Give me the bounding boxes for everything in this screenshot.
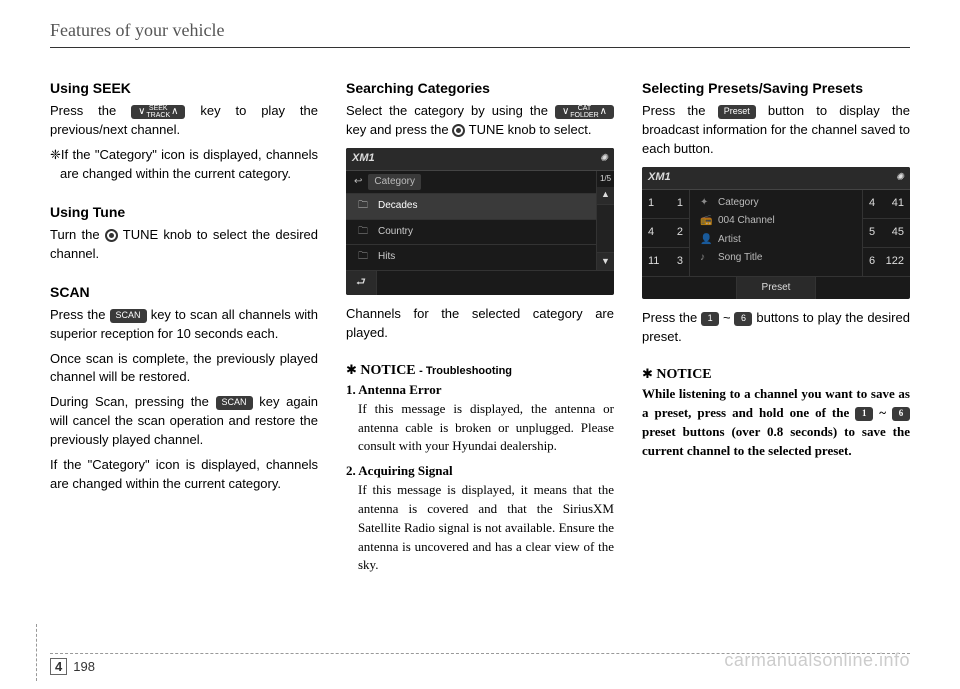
artist-icon: 👤: [700, 233, 712, 248]
preset-cell: 6122: [863, 248, 910, 276]
preset-cell: 441: [863, 190, 910, 219]
sc-header-icon-2: ✺: [896, 171, 904, 186]
scan-key-2: SCAN: [216, 396, 253, 410]
section-scan: SCAN Press the SCAN key to scan all chan…: [50, 282, 318, 494]
sc-title-2: XM1: [648, 170, 671, 186]
song-icon: ♪: [700, 251, 712, 266]
page-counter: 1/5: [597, 171, 614, 187]
preset-cell: 42: [642, 219, 689, 248]
section-searching-categories: Searching Categories Select the category…: [346, 78, 614, 343]
sc-header-icon: ✺: [600, 152, 608, 167]
column-3: Selecting Presets/Saving Presets Press t…: [642, 78, 910, 593]
back-icon: ↩: [354, 175, 362, 190]
sc-footer: ⮐: [346, 270, 614, 295]
row-label: Decades: [378, 199, 417, 214]
notice-item-2: 2. Acquiring Signal If this message is d…: [346, 462, 614, 575]
section-using-seek: Using SEEK Press the ∨ SEEKTRACK ∧ key t…: [50, 78, 318, 184]
page-number: 198: [73, 659, 95, 674]
tune-p1: Turn the TUNE knob to select the desired…: [50, 226, 318, 264]
column-1: Using SEEK Press the ∨ SEEKTRACK ∧ key t…: [50, 78, 318, 593]
content-columns: Using SEEK Press the ∨ SEEKTRACK ∧ key t…: [50, 78, 910, 593]
scan-key-1: SCAN: [110, 309, 147, 323]
preset-6-key-2: 6: [892, 407, 910, 421]
sc-title: XM1: [352, 151, 375, 167]
scan-p2: Once scan is complete, the previously pl…: [50, 350, 318, 388]
tune-knob-icon: [105, 229, 118, 242]
row-label: Hits: [378, 250, 395, 265]
preset-cell: 11: [642, 190, 689, 219]
notice-title-2: ✱ NOTICE: [642, 365, 910, 385]
preset-info: ✦Category 📻004 Channel 👤Artist ♪Song Tit…: [690, 190, 862, 276]
notice-title: ✱ NOTICE - Troubleshooting: [346, 361, 614, 381]
preset-left-col: 11 42 113: [642, 190, 690, 276]
tune-title: Using Tune: [50, 202, 318, 222]
preset-cell: 545: [863, 219, 910, 248]
notice-p: While listening to a channel you want to…: [642, 385, 910, 460]
seek-p1: Press the ∨ SEEKTRACK ∧ key to play the …: [50, 102, 318, 140]
preset-key: Preset: [718, 105, 756, 119]
search-p1: Select the category by using the ∨ CATFO…: [346, 102, 614, 140]
category-row-hits: 🗀 Hits: [346, 244, 596, 270]
preset-1-key-2: 1: [855, 407, 873, 421]
scroll-down-icon: ▼: [597, 252, 614, 270]
section-presets: Selecting Presets/Saving Presets Press t…: [642, 78, 910, 347]
seek-bullet: ❈If the "Category" icon is displayed, ch…: [50, 146, 318, 184]
category-icon: ✦: [700, 196, 712, 211]
scan-p1: Press the SCAN key to scan all channels …: [50, 306, 318, 344]
section-using-tune: Using Tune Turn the TUNE knob to select …: [50, 202, 318, 264]
category-screenshot: XM1 ✺ ↩ Category 🗀 Decades: [346, 148, 614, 295]
topic-label: Category: [368, 174, 421, 191]
preset-foot-button: Preset: [736, 277, 816, 300]
watermark: carmanualsonline.info: [724, 650, 910, 671]
folder-icon: 🗀: [356, 250, 370, 265]
search-after: Channels for the selected category are p…: [346, 305, 614, 343]
column-2: Searching Categories Select the category…: [346, 78, 614, 593]
scroll-up-icon: ▲: [597, 187, 614, 205]
category-row-decades: 🗀 Decades: [346, 193, 596, 219]
notice-item-1: 1. Antenna Error If this message is disp…: [346, 381, 614, 456]
cat-folder-key: ∨ CATFOLDER ∧: [555, 105, 614, 119]
seek-title: Using SEEK: [50, 78, 318, 98]
folder-icon: 🗀: [356, 199, 370, 214]
chapter-number: 4: [50, 658, 67, 675]
scrollbar: 1/5 ▲ ▼: [596, 171, 614, 270]
preset-right-col: 441 545 6122: [862, 190, 910, 276]
preset-cell: 113: [642, 248, 689, 276]
search-title: Searching Categories: [346, 78, 614, 98]
row-label: Country: [378, 225, 413, 240]
scan-p4: If the "Category" icon is displayed, cha…: [50, 456, 318, 494]
preset-footer: Preset: [642, 276, 910, 300]
preset-1-key: 1: [701, 312, 719, 326]
preset-screenshot: XM1 ✺ 11 42 113 ✦Category 📻004 Channel 👤…: [642, 167, 910, 299]
notice-save-preset: ✱ NOTICE While listening to a channel yo…: [642, 365, 910, 461]
notice-troubleshooting: ✱ NOTICE - Troubleshooting 1. Antenna Er…: [346, 361, 614, 576]
scan-p3: During Scan, pressing the SCAN key again…: [50, 393, 318, 450]
sc-topic-row: ↩ Category: [346, 171, 596, 194]
category-row-country: 🗀 Country: [346, 219, 596, 245]
sc-header: XM1 ✺: [346, 148, 614, 171]
preset-6-key: 6: [734, 312, 752, 326]
presets-title: Selecting Presets/Saving Presets: [642, 78, 910, 98]
page-header: Features of your vehicle: [50, 20, 910, 48]
sc-header-2: XM1 ✺: [642, 167, 910, 190]
back-button-icon: ⮐: [346, 271, 377, 295]
tune-knob-icon-2: [452, 124, 465, 137]
channel-icon: 📻: [700, 214, 712, 229]
presets-p2: Press the 1 ~ 6 buttons to play the desi…: [642, 309, 910, 347]
presets-p1: Press the Preset button to display the b…: [642, 102, 910, 159]
scan-title: SCAN: [50, 282, 318, 302]
seek-track-key: ∨ SEEKTRACK ∧: [131, 105, 185, 119]
folder-icon: 🗀: [356, 225, 370, 240]
